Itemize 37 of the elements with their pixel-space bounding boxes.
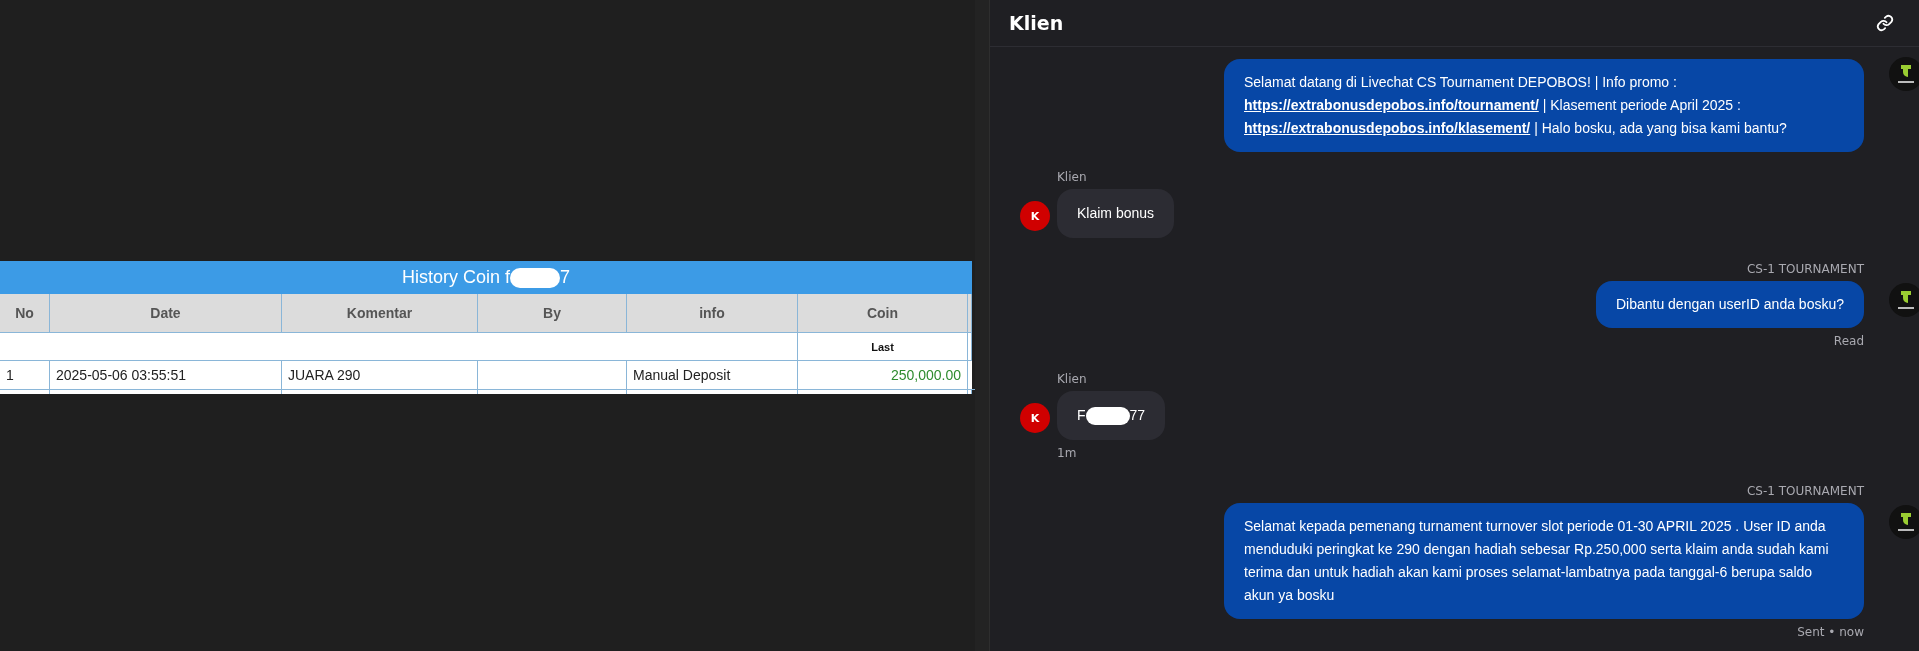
- table-cell: JUARA 290: [282, 361, 478, 390]
- client-avatar: K: [1020, 201, 1050, 231]
- table-cell: 1: [0, 361, 50, 390]
- column-header: No: [0, 294, 50, 333]
- column-header: Coin: [798, 294, 968, 333]
- message-status: Sent • now: [1797, 625, 1864, 639]
- table-cell: 2025-05-06 03:55:51: [50, 361, 282, 390]
- redaction-mark: [1085, 407, 1130, 426]
- logo-icon: [1889, 57, 1919, 91]
- chat-title: Klien: [1009, 12, 1064, 34]
- message-bubble: Klaim bonus: [1057, 189, 1175, 238]
- logo-icon: [1889, 505, 1919, 539]
- message-bubble: Dibantu dengan userID anda bosku?: [1595, 281, 1864, 328]
- message-bubble: F 77: [1057, 391, 1166, 440]
- column-header: Date: [50, 294, 282, 333]
- message-link[interactable]: https://extrabonusdepobos.info/klasement/: [1244, 120, 1531, 136]
- client-avatar: K: [1020, 403, 1050, 433]
- column-subheader: Last: [798, 333, 968, 361]
- logo-icon: [1889, 283, 1919, 317]
- message-bubble: Selamat kepada pemenang turnament turnover slot periode 01-30 APRIL 2025 . User ID anda menduduki peringkat ke 290 dengan hadiah sebesar Rp.250,000 serta klaim anda sudah kami terima dan untuk hadiah akan kami proses selamat-lambatnya pada tanggal-6 berupa saldo akun ya bosku: [1224, 503, 1864, 619]
- column-header: By: [478, 294, 627, 333]
- table-cell: Manual Deposit: [627, 361, 798, 390]
- column-header: Komentar: [282, 294, 478, 333]
- message-status: Read: [1833, 334, 1864, 348]
- redaction-mark: [510, 267, 560, 288]
- link-icon[interactable]: [1876, 14, 1894, 32]
- table-title: 7: [560, 267, 570, 288]
- message-status: 1m: [1057, 446, 1077, 460]
- sender-name: CS-1 TOURNAMENT: [1746, 262, 1864, 276]
- sender-name: CS-1 TOURNAMENT: [1746, 484, 1864, 498]
- message-link[interactable]: https://extrabonusdepobos.info/tournament/: [1244, 97, 1539, 113]
- sender-name: Klien: [1057, 170, 1087, 184]
- table-cell: 250,000.00: [798, 361, 968, 390]
- message-bubble: Selamat datang di Livechat CS Tournament DEPOBOS! | Info promo : https://extrabonusdepobos.info/tournament/ | Klasement periode April 2025 : https://extrabonusdepobos.info/klasement/ | Halo bosku, ada yang bisa kami bantu?: [1224, 59, 1864, 152]
- table-title: History Coin f: [401, 267, 510, 288]
- sender-name: Klien: [1057, 372, 1087, 386]
- column-header: info: [627, 294, 798, 333]
